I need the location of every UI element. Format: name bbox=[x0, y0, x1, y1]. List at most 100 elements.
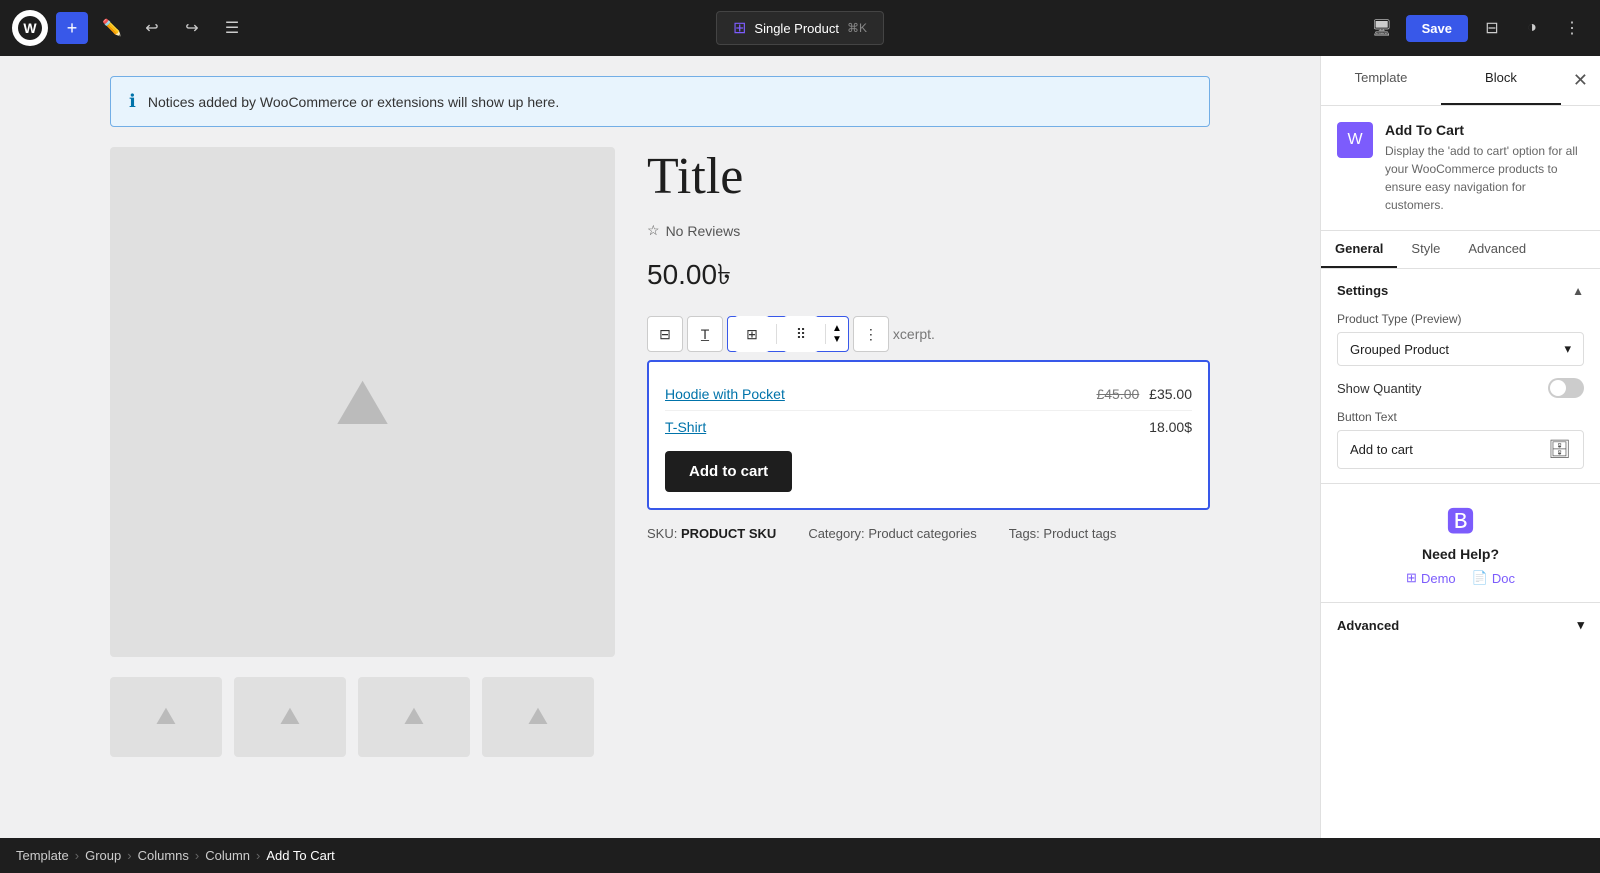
thumb-icon-4: ⛰ bbox=[528, 703, 548, 731]
thumbnail-2: ⛰ bbox=[234, 677, 346, 757]
more-options-button[interactable]: ⋮ bbox=[1556, 12, 1588, 44]
block-icon-box: W bbox=[1337, 122, 1373, 158]
show-quantity-toggle[interactable] bbox=[1548, 378, 1584, 398]
advanced-chevron-down-icon: ▾ bbox=[1577, 617, 1584, 633]
demo-label: Demo bbox=[1421, 571, 1456, 586]
save-button[interactable]: Save bbox=[1406, 15, 1468, 42]
settings-tab-style[interactable]: Style bbox=[1397, 231, 1454, 268]
breadcrumb-template[interactable]: Template bbox=[16, 848, 69, 863]
add-block-button[interactable]: + bbox=[56, 12, 88, 44]
settings-tabs: General Style Advanced bbox=[1321, 231, 1600, 269]
theme-button[interactable]: ◑ bbox=[1516, 12, 1548, 44]
sku-value: PRODUCT SKU bbox=[681, 526, 776, 541]
settings-section-header[interactable]: Settings ▲ bbox=[1337, 283, 1584, 298]
keyboard-shortcut: ⌘K bbox=[847, 21, 867, 35]
woo-block-icon: W bbox=[1347, 131, 1362, 149]
device-view-button[interactable]: 🖥 bbox=[1366, 12, 1398, 44]
breadcrumb-sep-4: › bbox=[256, 848, 260, 863]
breadcrumb-add-to-cart[interactable]: Add To Cart bbox=[266, 848, 334, 863]
advanced-section-header[interactable]: Advanced ▾ bbox=[1337, 617, 1584, 633]
sku-label: SKU: bbox=[647, 526, 677, 541]
thumb-icon-1: ⛰ bbox=[156, 703, 176, 731]
breadcrumb-sep-1: › bbox=[75, 848, 79, 863]
product-layout: ⛰ Title ☆ No Reviews 50.00৳ ⊟ T̲ bbox=[110, 147, 1210, 657]
tab-template[interactable]: Template bbox=[1321, 56, 1441, 105]
product-sku: SKU: PRODUCT SKU bbox=[647, 526, 776, 541]
thumb-icon-2: ⛰ bbox=[280, 703, 300, 731]
advanced-section: Advanced ▾ bbox=[1321, 603, 1600, 647]
doc-label: Doc bbox=[1492, 571, 1515, 586]
need-help-title: Need Help? bbox=[1337, 546, 1584, 562]
main-layout: ℹ Notices added by WooCommerce or extens… bbox=[0, 56, 1600, 838]
advanced-label: Advanced bbox=[1337, 618, 1399, 633]
arrow-down-icon[interactable]: ▼ bbox=[832, 334, 842, 345]
thumbnail-1: ⛰ bbox=[110, 677, 222, 757]
breadcrumb-columns[interactable]: Columns bbox=[138, 848, 189, 863]
button-text-value: Add to cart bbox=[1350, 442, 1413, 457]
toolbar-type-button[interactable]: ⊞ bbox=[734, 316, 770, 352]
tags-label: Tags: bbox=[1009, 526, 1040, 541]
settings-tab-general[interactable]: General bbox=[1321, 231, 1397, 268]
toolbar-separator-2 bbox=[825, 324, 826, 344]
grouped-row-2: T-Shirt 18.00$ bbox=[665, 411, 1192, 443]
product-type-value: Grouped Product bbox=[1350, 342, 1449, 357]
star-icon: ☆ bbox=[647, 222, 660, 239]
settings-chevron-up-icon: ▲ bbox=[1572, 284, 1584, 298]
canvas-content: ℹ Notices added by WooCommerce or extens… bbox=[110, 76, 1210, 757]
topbar: W + ✏️ ↩ ↪ ☰ ⊞ Single Product ⌘K 🖥 Save … bbox=[0, 0, 1600, 56]
toolbar-text-button[interactable]: T̲ bbox=[687, 316, 723, 352]
add-to-cart-button[interactable]: Add to cart bbox=[665, 451, 792, 492]
product-reviews: ☆ No Reviews bbox=[647, 222, 1210, 239]
topbar-right: 🖥 Save ⊟ ◑ ⋮ bbox=[1366, 12, 1588, 44]
need-help-icon: 🅱 bbox=[1337, 500, 1584, 540]
product-meta: SKU: PRODUCT SKU Category: Product categ… bbox=[647, 526, 1210, 541]
template-indicator[interactable]: ⊞ Single Product ⌘K bbox=[716, 11, 884, 45]
settings-tab-advanced[interactable]: Advanced bbox=[1454, 231, 1540, 268]
edit-icon-button[interactable]: ✏️ bbox=[96, 12, 128, 44]
thumbnail-3: ⛰ bbox=[358, 677, 470, 757]
breadcrumb-column[interactable]: Column bbox=[205, 848, 250, 863]
breadcrumb-sep-3: › bbox=[195, 848, 199, 863]
grouped-product-name-2[interactable]: T-Shirt bbox=[665, 419, 1149, 435]
panel-tabs: Template Block ✕ bbox=[1321, 56, 1600, 106]
grouped-product-name-1[interactable]: Hoodie with Pocket bbox=[665, 386, 1096, 402]
grouped-table: Hoodie with Pocket £45.00 £35.00 T-Shirt… bbox=[647, 360, 1210, 510]
undo-button[interactable]: ↩ bbox=[136, 12, 168, 44]
layout-toggle-button[interactable]: ⊟ bbox=[1476, 12, 1508, 44]
breadcrumb-sep-2: › bbox=[127, 848, 131, 863]
product-info-col: Title ☆ No Reviews 50.00৳ ⊟ T̲ ⊞ ⠿ bbox=[647, 147, 1210, 657]
database-icon: 🗄 bbox=[1548, 439, 1571, 460]
toolbar-arrows[interactable]: ▲ ▼ bbox=[832, 323, 842, 345]
image-placeholder-icon: ⛰ bbox=[336, 365, 390, 440]
arrow-up-icon[interactable]: ▲ bbox=[832, 323, 842, 334]
toolbar-more-button[interactable]: ⋮ bbox=[853, 316, 889, 352]
tab-block[interactable]: Block bbox=[1441, 56, 1561, 105]
toolbar-split-button[interactable]: ⊟ bbox=[647, 316, 683, 352]
template-icon: ⊞ bbox=[733, 18, 746, 38]
wp-logo[interactable]: W bbox=[12, 10, 48, 46]
product-type-select[interactable]: Grouped Product ▾ bbox=[1337, 332, 1584, 366]
product-type-label: Product Type (Preview) bbox=[1337, 312, 1584, 326]
toolbar-drag-button[interactable]: ⠿ bbox=[783, 316, 819, 352]
product-category: Category: Product categories bbox=[808, 526, 976, 541]
settings-section-title: Settings bbox=[1337, 283, 1388, 298]
breadcrumb-group[interactable]: Group bbox=[85, 848, 121, 863]
redo-button[interactable]: ↪ bbox=[176, 12, 208, 44]
need-help-section: 🅱 Need Help? ⊞ Demo 📄 Doc bbox=[1321, 484, 1600, 603]
close-panel-button[interactable]: ✕ bbox=[1561, 56, 1600, 105]
show-quantity-label: Show Quantity bbox=[1337, 381, 1422, 396]
category-label: Category: bbox=[808, 526, 864, 541]
reviews-text: No Reviews bbox=[666, 223, 741, 239]
right-panel: Template Block ✕ W Add To Cart Display t… bbox=[1320, 56, 1600, 838]
block-title: Add To Cart bbox=[1385, 122, 1584, 138]
button-text-field[interactable]: Add to cart 🗄 bbox=[1337, 430, 1584, 469]
info-icon: ℹ bbox=[129, 91, 136, 112]
thumb-icon-3: ⛰ bbox=[404, 703, 424, 731]
list-view-button[interactable]: ☰ bbox=[216, 12, 248, 44]
product-price: 50.00৳ bbox=[647, 253, 1210, 300]
breadcrumb: Template › Group › Columns › Column › Ad… bbox=[0, 838, 1600, 873]
block-description: Display the 'add to cart' option for all… bbox=[1385, 142, 1584, 214]
doc-link[interactable]: 📄 Doc bbox=[1472, 570, 1515, 586]
notice-text: Notices added by WooCommerce or extensio… bbox=[148, 94, 559, 110]
demo-link[interactable]: ⊞ Demo bbox=[1406, 570, 1456, 586]
